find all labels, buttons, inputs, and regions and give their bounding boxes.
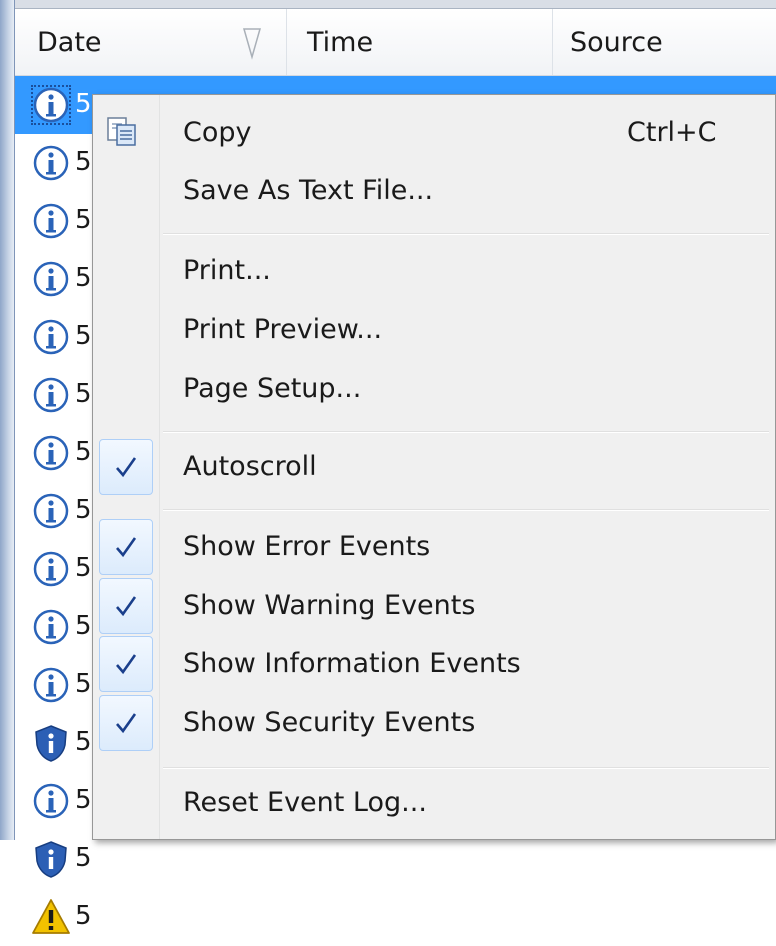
information-icon — [31, 85, 71, 125]
event-row-date: 5 — [75, 263, 92, 293]
menu-item-show-information-events[interactable]: Show Information Events — [93, 636, 775, 692]
security-shield-icon — [35, 725, 67, 762]
column-header-date[interactable]: Date — [15, 9, 287, 75]
menu-item-show-error-events-label: Show Error Events — [183, 531, 431, 562]
menu-item-copy-label: Copy — [183, 117, 252, 148]
checkmark-icon — [116, 713, 137, 734]
checkmark-icon — [116, 537, 137, 558]
menu-item-show-warning-events[interactable]: Show Warning Events — [93, 578, 775, 634]
menu-item-show-security-events-label: Show Security Events — [183, 707, 476, 738]
warning-icon — [32, 899, 70, 934]
menu-item-show-error-events[interactable]: Show Error Events — [93, 519, 775, 575]
event-row-date: 5 — [75, 901, 92, 931]
information-icon — [33, 609, 69, 645]
menu-separator — [163, 233, 769, 235]
information-icon — [33, 145, 69, 181]
information-icon — [33, 319, 69, 355]
event-row-date: 5 — [75, 843, 92, 873]
information-icon — [33, 783, 69, 819]
information-icon — [33, 551, 69, 587]
menu-item-show-security-events[interactable]: Show Security Events — [93, 695, 775, 751]
event-row[interactable]: 5 — [15, 888, 776, 946]
column-header-time-label: Time — [307, 27, 374, 58]
event-row-date: 5 — [75, 379, 92, 409]
menu-item-print[interactable]: Print... — [93, 243, 775, 299]
menu-item-reset-event-log-label: Reset Event Log... — [183, 787, 427, 818]
menu-item-page-setup[interactable]: Page Setup... — [93, 361, 775, 417]
event-row-date: 5 — [75, 553, 92, 583]
menu-separator — [163, 509, 769, 511]
copy-icon — [107, 117, 136, 146]
information-icon — [33, 667, 69, 703]
menu-item-print-label: Print... — [183, 255, 271, 286]
column-header-source-label: Source — [570, 27, 663, 58]
column-header-time[interactable]: Time — [287, 9, 553, 75]
information-icon — [33, 261, 69, 297]
menu-item-show-warning-events-label: Show Warning Events — [183, 590, 476, 621]
event-row-date: 5 — [75, 669, 92, 699]
autoscroll-checkmark-box — [99, 439, 153, 495]
menu-item-autoscroll-label: Autoscroll — [183, 451, 317, 482]
window-top-strip — [0, 0, 776, 9]
checkmark-icon — [116, 654, 137, 675]
menu-item-print-preview-label: Print Preview... — [183, 314, 383, 345]
information-icon — [33, 203, 69, 239]
checkmark-icon — [116, 457, 137, 478]
menu-item-copy[interactable]: Copy Ctrl+C — [93, 105, 775, 161]
menu-separator — [163, 767, 769, 769]
show-information-events-checkmark-box — [99, 636, 153, 692]
menu-item-print-preview[interactable]: Print Preview... — [93, 302, 775, 358]
event-row-date: 5 — [75, 495, 92, 525]
show-security-events-checkmark-box — [99, 695, 153, 751]
event-row-date: 5 — [75, 611, 92, 641]
security-shield-icon — [35, 841, 67, 878]
information-icon — [33, 435, 69, 471]
event-row-date: 5 — [75, 147, 92, 177]
menu-item-save-as-text-file-label: Save As Text File... — [183, 175, 434, 206]
event-row-date: 5 — [75, 437, 92, 467]
menu-item-autoscroll[interactable]: Autoscroll — [93, 439, 775, 495]
checkmark-icon — [116, 596, 137, 617]
show-warning-events-checkmark-box — [99, 578, 153, 634]
menu-separator — [163, 431, 769, 433]
menu-item-reset-event-log[interactable]: Reset Event Log... — [93, 775, 775, 831]
information-icon — [33, 493, 69, 529]
context-menu: Copy Ctrl+C Save As Text File... Print..… — [92, 94, 776, 840]
show-error-events-checkmark-box — [99, 519, 153, 575]
event-row-date: 5 — [75, 205, 92, 235]
information-icon — [33, 377, 69, 413]
menu-item-save-as-text-file[interactable]: Save As Text File... — [93, 163, 775, 219]
event-row-date: 5 — [75, 785, 92, 815]
event-row-date: 5 — [75, 727, 92, 757]
column-header-date-label: Date — [37, 27, 102, 58]
event-row-date: 5 — [75, 89, 92, 119]
window-left-border — [0, 0, 15, 840]
menu-item-show-information-events-label: Show Information Events — [183, 648, 521, 679]
column-header-source[interactable]: Source — [553, 9, 776, 75]
menu-item-page-setup-label: Page Setup... — [183, 373, 362, 404]
sort-descending-icon — [243, 28, 261, 60]
event-row-date: 5 — [75, 321, 92, 351]
menu-item-copy-shortcut: Ctrl+C — [627, 117, 717, 148]
event-list-header: Date Time Source — [15, 9, 776, 76]
